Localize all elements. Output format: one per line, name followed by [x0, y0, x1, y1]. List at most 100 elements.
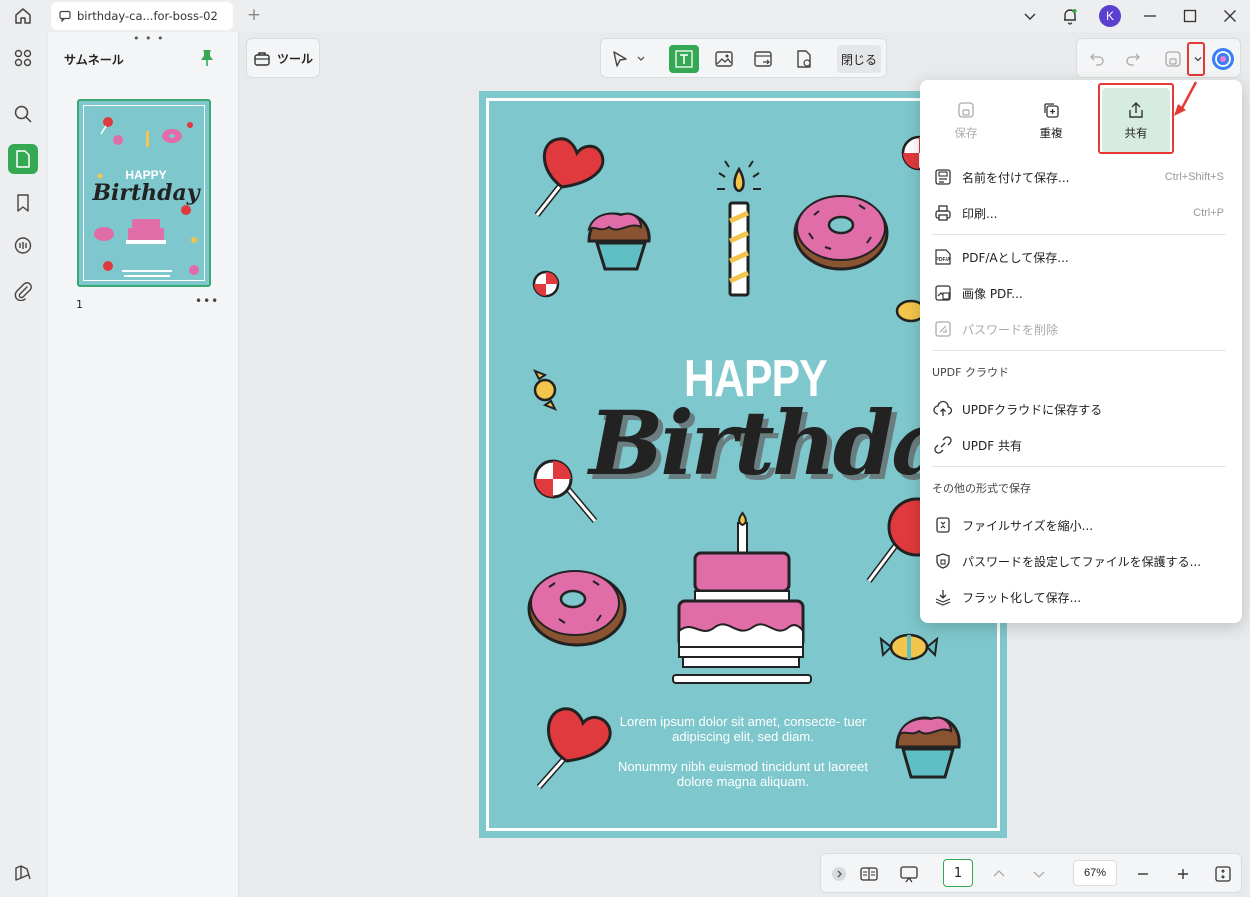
apps-grid-icon[interactable] [8, 43, 38, 73]
user-avatar-button[interactable]: K [1090, 0, 1130, 32]
tools-label: ツール [276, 51, 313, 66]
image-pdf-label: 画像 PDF... [962, 286, 1023, 301]
fit-page-icon[interactable] [1211, 862, 1235, 886]
avatar: K [1099, 5, 1121, 27]
save-as-item[interactable]: 名前を付けて保存... Ctrl+Shift+S [932, 163, 1232, 191]
svg-text:Birthday: Birthday [91, 180, 201, 206]
remove-password-item[interactable]: パスワードを削除 [932, 315, 1232, 343]
thumbnail-page-number: 1 [76, 298, 83, 311]
edit-toolbar: 閉じる [600, 38, 887, 78]
page-number-input[interactable]: 1 [943, 859, 973, 887]
new-tab-button[interactable]: + [244, 5, 264, 25]
save-icon[interactable] [1161, 47, 1185, 71]
page-thumbnail[interactable]: HAPPY Birthday [77, 99, 211, 287]
thumbnail-preview: HAPPY Birthday [83, 105, 205, 281]
home-icon[interactable] [10, 4, 36, 28]
print-label: 印刷... [962, 206, 998, 221]
save-icon [957, 101, 975, 119]
bookmark-icon[interactable] [8, 188, 38, 218]
image-tool-icon[interactable] [709, 45, 739, 73]
pdfa-label: PDF/Aとして保存... [962, 250, 1069, 265]
save-dropdown-menu: 保存 重複 共有 名前を付けて保存... Ctrl+Shift+S 印刷... … [920, 80, 1242, 623]
zoom-in-icon[interactable] [1171, 862, 1195, 886]
more-options-icon[interactable]: ••• [195, 294, 219, 308]
image-pdf-item[interactable]: 画像 PDF... [932, 279, 1232, 307]
expand-icon[interactable] [827, 862, 851, 886]
body-text-1: Lorem ipsum dolor sit amet, consecte- tu… [619, 714, 867, 744]
search-icon[interactable] [8, 99, 38, 129]
watermark-tool-icon[interactable] [789, 45, 819, 73]
duplicate-label: 重複 [1039, 126, 1063, 140]
dropdown-highlight-box [1187, 42, 1205, 76]
link-tool-icon[interactable] [749, 45, 779, 73]
thumbnail-panel: • • • サムネール HAPPY Birthday 1 ••• [48, 32, 239, 897]
zoom-level[interactable]: 67% [1073, 860, 1117, 886]
undo-icon[interactable] [1085, 47, 1109, 71]
protect-password-label: パスワードを設定してファイルを保護する... [962, 554, 1202, 569]
drag-handle-icon[interactable]: • • • [133, 32, 164, 45]
save-cloud-label: UPDFクラウドに保存する [962, 402, 1103, 417]
bell-icon[interactable] [1050, 0, 1090, 32]
save-to-cloud-item[interactable]: UPDFクラウドに保存する [932, 395, 1232, 423]
flatten-label: フラット化して保存... [962, 590, 1082, 605]
file-toolbar [1076, 38, 1241, 78]
flatten-icon [932, 586, 954, 608]
remove-password-label: パスワードを削除 [962, 322, 1059, 337]
divider [932, 466, 1226, 467]
bottom-bar: 1 67% [820, 853, 1242, 893]
save-label: 保存 [954, 126, 978, 140]
save-as-icon [932, 166, 954, 188]
svg-text:PDF/A: PDF/A [936, 257, 951, 263]
image-pdf-icon [932, 282, 954, 304]
duplicate-button[interactable]: 重複 [1017, 88, 1085, 154]
protect-password-item[interactable]: パスワードを設定してファイルを保護する... [932, 547, 1232, 575]
save-pdfa-item[interactable]: PDF/A PDF/Aとして保存... [932, 243, 1232, 271]
presentation-icon[interactable] [897, 862, 921, 886]
chevron-down-icon[interactable] [1010, 0, 1050, 32]
divider [932, 350, 1226, 351]
maximize-icon[interactable] [1170, 0, 1210, 32]
save-as-label: 名前を付けて保存... [962, 170, 1070, 185]
updf-share-label: UPDF 共有 [962, 438, 1022, 453]
other-formats-heading: その他の形式で保存 [932, 482, 1031, 495]
print-item[interactable]: 印刷... Ctrl+P [932, 199, 1232, 227]
close-edit-button[interactable]: 閉じる [837, 45, 881, 73]
share-highlight-box [1098, 83, 1174, 154]
tab-title: birthday-ca...for-boss-02 [77, 9, 218, 23]
ai-assistant-icon[interactable] [1211, 47, 1235, 71]
text-tool-button[interactable] [669, 45, 699, 73]
toolbox-icon [253, 49, 271, 67]
thumbnails-icon[interactable] [8, 144, 38, 174]
comment-icon [59, 10, 71, 22]
cloud-upload-icon [932, 398, 954, 420]
reduce-size-item[interactable]: ファイルサイズを縮小... [932, 511, 1232, 539]
close-window-icon[interactable] [1210, 0, 1250, 32]
panel-title: サムネール [64, 53, 124, 67]
page-layout-icon[interactable] [857, 862, 881, 886]
save-button[interactable]: 保存 [932, 88, 1000, 154]
divider [932, 234, 1226, 235]
save-as-shortcut: Ctrl+Shift+S [1164, 171, 1224, 183]
left-rail [0, 32, 47, 897]
layers-icon[interactable] [8, 858, 38, 888]
redo-icon[interactable] [1121, 47, 1145, 71]
comments-icon[interactable] [8, 231, 38, 261]
zoom-out-icon[interactable] [1131, 862, 1155, 886]
document-tab[interactable]: birthday-ca...for-boss-02 [51, 2, 233, 30]
print-shortcut: Ctrl+P [1193, 207, 1224, 219]
attachment-icon[interactable] [8, 276, 38, 306]
reduce-size-label: ファイルサイズを縮小... [962, 518, 1094, 533]
title-bar: birthday-ca...for-boss-02 + K [0, 0, 1250, 32]
duplicate-icon [1042, 101, 1060, 119]
minimize-icon[interactable] [1130, 0, 1170, 32]
body-text-2: Nonummy nibh euismod tincidunt ut laoree… [617, 759, 869, 789]
select-tool-button[interactable] [607, 45, 653, 73]
previous-page-icon[interactable] [987, 862, 1011, 886]
pin-icon[interactable] [199, 49, 215, 67]
link-icon [932, 434, 954, 456]
updf-share-item[interactable]: UPDF 共有 [932, 431, 1232, 459]
next-page-icon[interactable] [1027, 862, 1051, 886]
cloud-section-heading: UPDF クラウド [932, 366, 1009, 379]
tools-button[interactable]: ツール [246, 38, 320, 78]
flatten-item[interactable]: フラット化して保存... [932, 583, 1232, 611]
